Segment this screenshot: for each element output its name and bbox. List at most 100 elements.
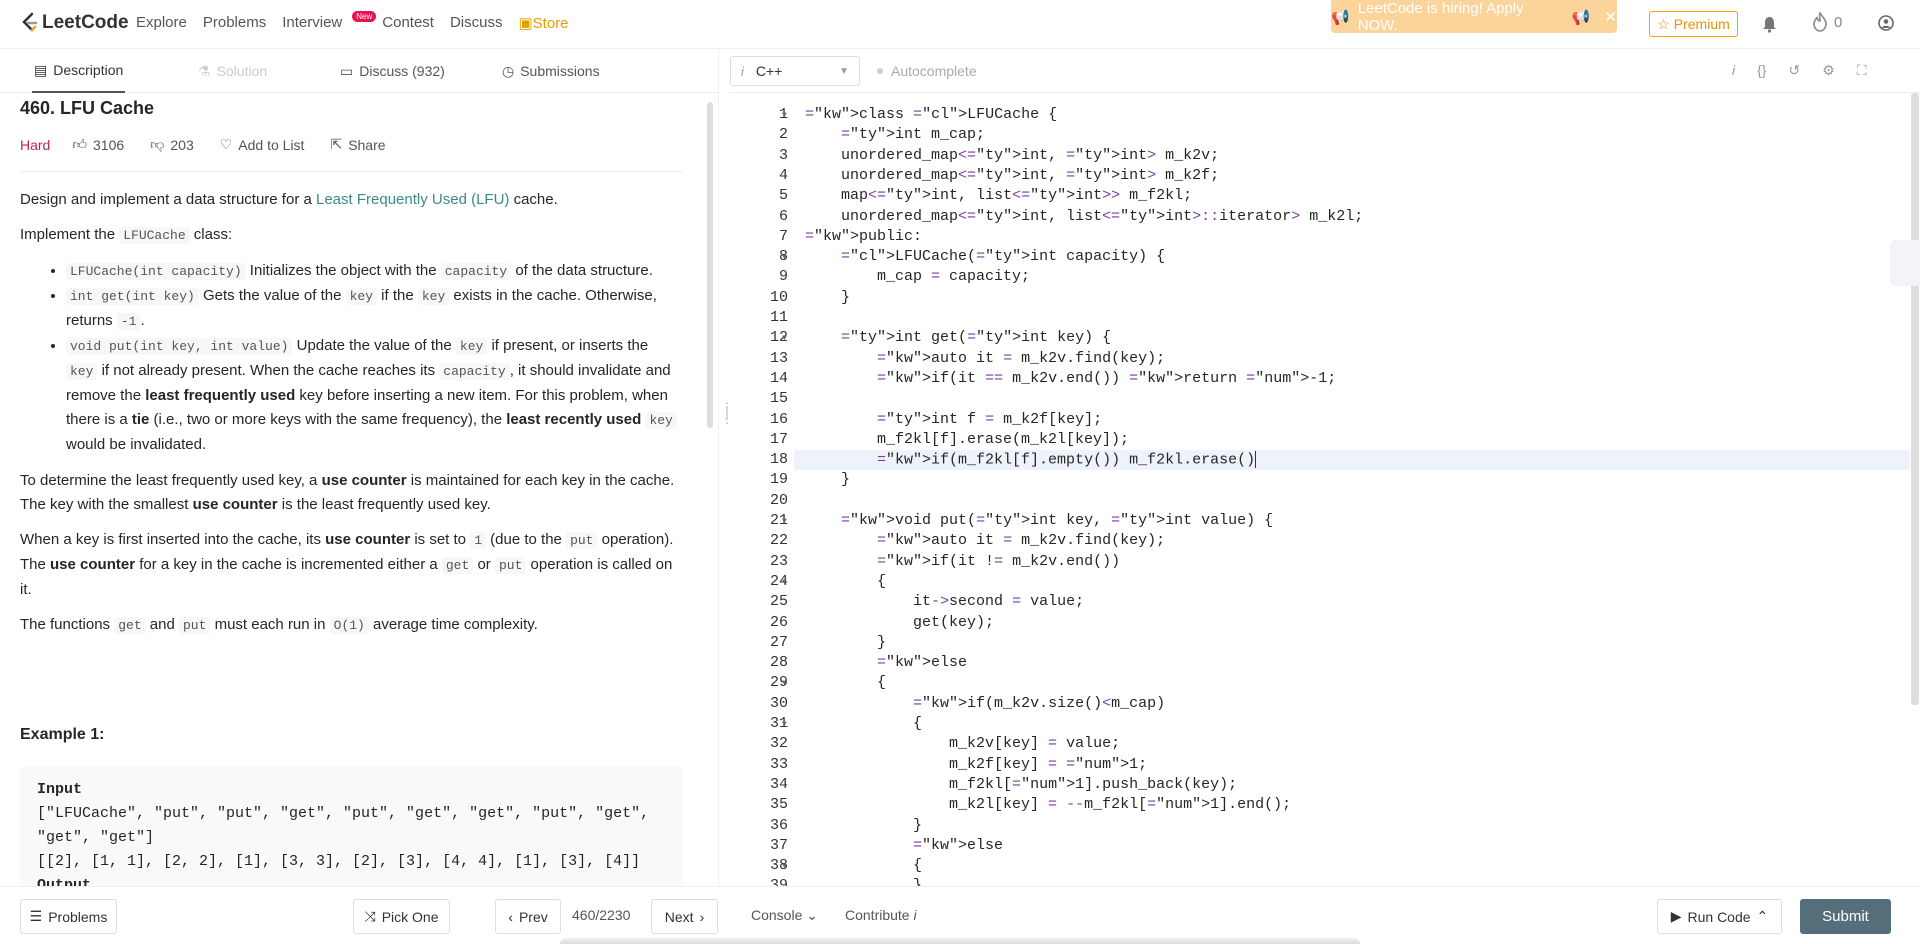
code-line[interactable]: m_f2kl[f].erase(m_k2l[key]); [805, 431, 1129, 448]
description-scrollbar[interactable] [707, 102, 713, 428]
dislike-button[interactable]: 👎︎ 203 [150, 136, 194, 153]
code-line[interactable]: } [805, 877, 922, 886]
add-to-list-button[interactable]: ♡ Add to List [220, 136, 305, 153]
code-line[interactable]: ="kw">class ="cl">LFUCache { [805, 106, 1057, 123]
code-line[interactable]: ="kw">void put(="ty">int key, ="ty">int … [805, 512, 1273, 529]
fold-toggle-icon[interactable]: ▼ [782, 111, 787, 120]
code-editor[interactable]: 1 ▼ ="kw">class ="cl">LFUCache {2 ="ty">in… [730, 93, 1920, 886]
tab-description-label: Description [53, 62, 124, 78]
streak-counter[interactable]: 0 [1812, 12, 1842, 32]
nav-explore[interactable]: Explore [136, 14, 187, 32]
nav-problems[interactable]: Problems [203, 14, 266, 32]
code-line[interactable]: { [805, 674, 886, 691]
code-line[interactable]: } [805, 817, 922, 834]
code-line[interactable]: ="kw">public: [805, 228, 922, 245]
fold-toggle-icon[interactable]: ▼ [782, 578, 787, 587]
add-to-list-label: Add to List [238, 136, 305, 153]
code-line[interactable]: { [805, 573, 886, 590]
code-line[interactable]: ="cl">LFUCache(="ty">int capacity) { [805, 248, 1165, 265]
nav-contest[interactable]: Contest [382, 14, 434, 32]
like-button[interactable]: 👍︎ 3106 [72, 136, 124, 153]
problems-button[interactable]: ☰ Problems [20, 899, 117, 934]
nav-interview-label: Interview [282, 14, 343, 31]
info-icon[interactable]: i [1732, 62, 1735, 79]
code-line[interactable]: get(key); [805, 614, 994, 631]
reset-icon[interactable]: ↺ [1788, 62, 1800, 79]
code-line[interactable]: ="kw">if(it == m_k2v.end()) ="kw">return… [805, 370, 1336, 387]
tab-solution-label: Solution [216, 63, 268, 79]
code-line[interactable]: m_k2l[key] = --m_f2kl[="num">1].end(); [805, 796, 1291, 813]
code-line[interactable]: } [805, 471, 850, 488]
code-line[interactable]: ="kw">else [805, 837, 1003, 854]
share-button[interactable]: ⇱ Share [330, 136, 385, 153]
user-avatar-icon[interactable] [1878, 15, 1894, 36]
code-line[interactable]: m_f2kl[="num">1].push_back(key); [805, 776, 1237, 793]
next-button[interactable]: Next › [651, 899, 718, 934]
desc-para-2: Implement the LFUCache class: [20, 226, 233, 244]
code-line[interactable]: m_k2f[key] = ="num">1; [805, 756, 1147, 773]
language-select[interactable]: i C++ ▼ [730, 56, 860, 86]
contribute-button[interactable]: Contribute i [845, 907, 917, 923]
run-code-button[interactable]: ▶ Run Code ⌃ [1657, 899, 1782, 934]
close-icon[interactable]: ✕ [1604, 8, 1617, 26]
bell-icon[interactable] [1762, 16, 1777, 38]
nav-interview[interactable]: Interview New [282, 11, 377, 32]
settings-icon[interactable]: ⚙ [1822, 62, 1835, 79]
pick-one-button[interactable]: ⤨ Pick One [353, 899, 450, 934]
method-list: LFUCache(int capacity) Initializes the o… [66, 259, 680, 457]
difficulty-badge: Hard [20, 136, 51, 153]
nav-discuss[interactable]: Discuss [450, 14, 503, 32]
fold-toggle-icon[interactable]: ▼ [782, 253, 787, 262]
code-line[interactable]: } [805, 634, 886, 651]
tab-submissions[interactable]: ◷ Submissions [502, 49, 600, 93]
code-line[interactable]: ="ty">int f = m_k2f[key]; [805, 411, 1102, 428]
lfu-link[interactable]: Least Frequently Used (LFU) [316, 191, 509, 208]
code-line[interactable]: ="kw">auto it = m_k2v.find(key); [805, 532, 1165, 549]
code-line[interactable]: ="kw">if(m_k2v.size()<m_cap) [805, 695, 1165, 712]
line-number: 20 [769, 491, 788, 509]
code-line[interactable]: ="kw">else [805, 654, 967, 671]
code-line[interactable]: ="kw">if(it != m_k2v.end()) [805, 553, 1120, 570]
megaphone-icon: 📢 [1331, 8, 1350, 26]
prev-button[interactable]: ‹ Prev [495, 899, 561, 934]
bottom-bar [0, 886, 1920, 944]
tab-discuss[interactable]: ▭ Discuss (932) [340, 49, 445, 93]
code-line[interactable]: m_cap = capacity; [805, 268, 1030, 285]
leetcode-logo[interactable]: LeetCode [20, 12, 129, 34]
code-line[interactable]: it->second = value; [805, 593, 1084, 610]
fullscreen-icon[interactable]: ⛶ [1857, 62, 1867, 79]
hiring-banner[interactable]: 📢 LeetCode is hiring! Apply NOW. 📢 ✕ [1331, 0, 1617, 34]
code-line[interactable]: ="ty">int m_cap; [805, 126, 985, 143]
code-line[interactable]: map<="ty">int, list<="ty">int>> m_f2kl; [805, 187, 1192, 204]
code-line[interactable]: ="kw">auto it = m_k2v.find(key); [805, 350, 1165, 367]
code-line[interactable]: m_k2v[key] = value; [805, 735, 1120, 752]
submit-button[interactable]: Submit [1800, 899, 1891, 934]
example-line: [[2], [1, 1], [2, 2], [1], [3, 3], [2], … [37, 853, 641, 870]
code-line[interactable]: unordered_map<="ty">int, list<="ty">int>… [805, 208, 1363, 225]
code-line[interactable]: { [805, 857, 922, 874]
fold-toggle-icon[interactable]: ▼ [782, 517, 787, 526]
fold-toggle-icon[interactable]: ▼ [782, 334, 787, 343]
fold-toggle-icon[interactable]: ▼ [782, 720, 787, 729]
premium-button[interactable]: ☆ Premium [1649, 11, 1738, 37]
editor-scrollbar[interactable] [1911, 93, 1919, 705]
code-line[interactable]: unordered_map<="ty">int, ="ty">int> m_k2… [805, 167, 1219, 184]
code-line[interactable]: { [805, 715, 922, 732]
tab-solution[interactable]: ⚗ Solution [198, 49, 267, 93]
code-line[interactable]: } [805, 289, 850, 306]
fold-toggle-icon[interactable]: ▼ [782, 862, 787, 871]
problem-tabs: ▤ Description ⚗ Solution ▭ Discuss (932)… [0, 49, 718, 93]
autocomplete-toggle[interactable]: Autocomplete [877, 63, 977, 79]
braces-icon[interactable]: {} [1757, 62, 1766, 79]
submit-label: Submit [1822, 908, 1869, 925]
fold-toggle-icon[interactable]: ▼ [782, 679, 787, 688]
pane-splitter[interactable] [718, 49, 727, 886]
code-line[interactable]: ="ty">int get(="ty">int key) { [805, 329, 1111, 346]
side-panel-tab[interactable] [1890, 240, 1920, 286]
line-number: 13 [769, 349, 788, 367]
console-toggle[interactable]: Console ⌄ [751, 907, 818, 924]
nav-store[interactable]: ▣ Store [518, 14, 568, 32]
code-line[interactable]: unordered_map<="ty">int, ="ty">int> m_k2… [805, 147, 1219, 164]
code-line[interactable]: ="kw">if(m_f2kl[f].empty()) m_f2kl.erase… [805, 451, 1257, 469]
tab-description[interactable]: ▤ Description [32, 49, 126, 93]
